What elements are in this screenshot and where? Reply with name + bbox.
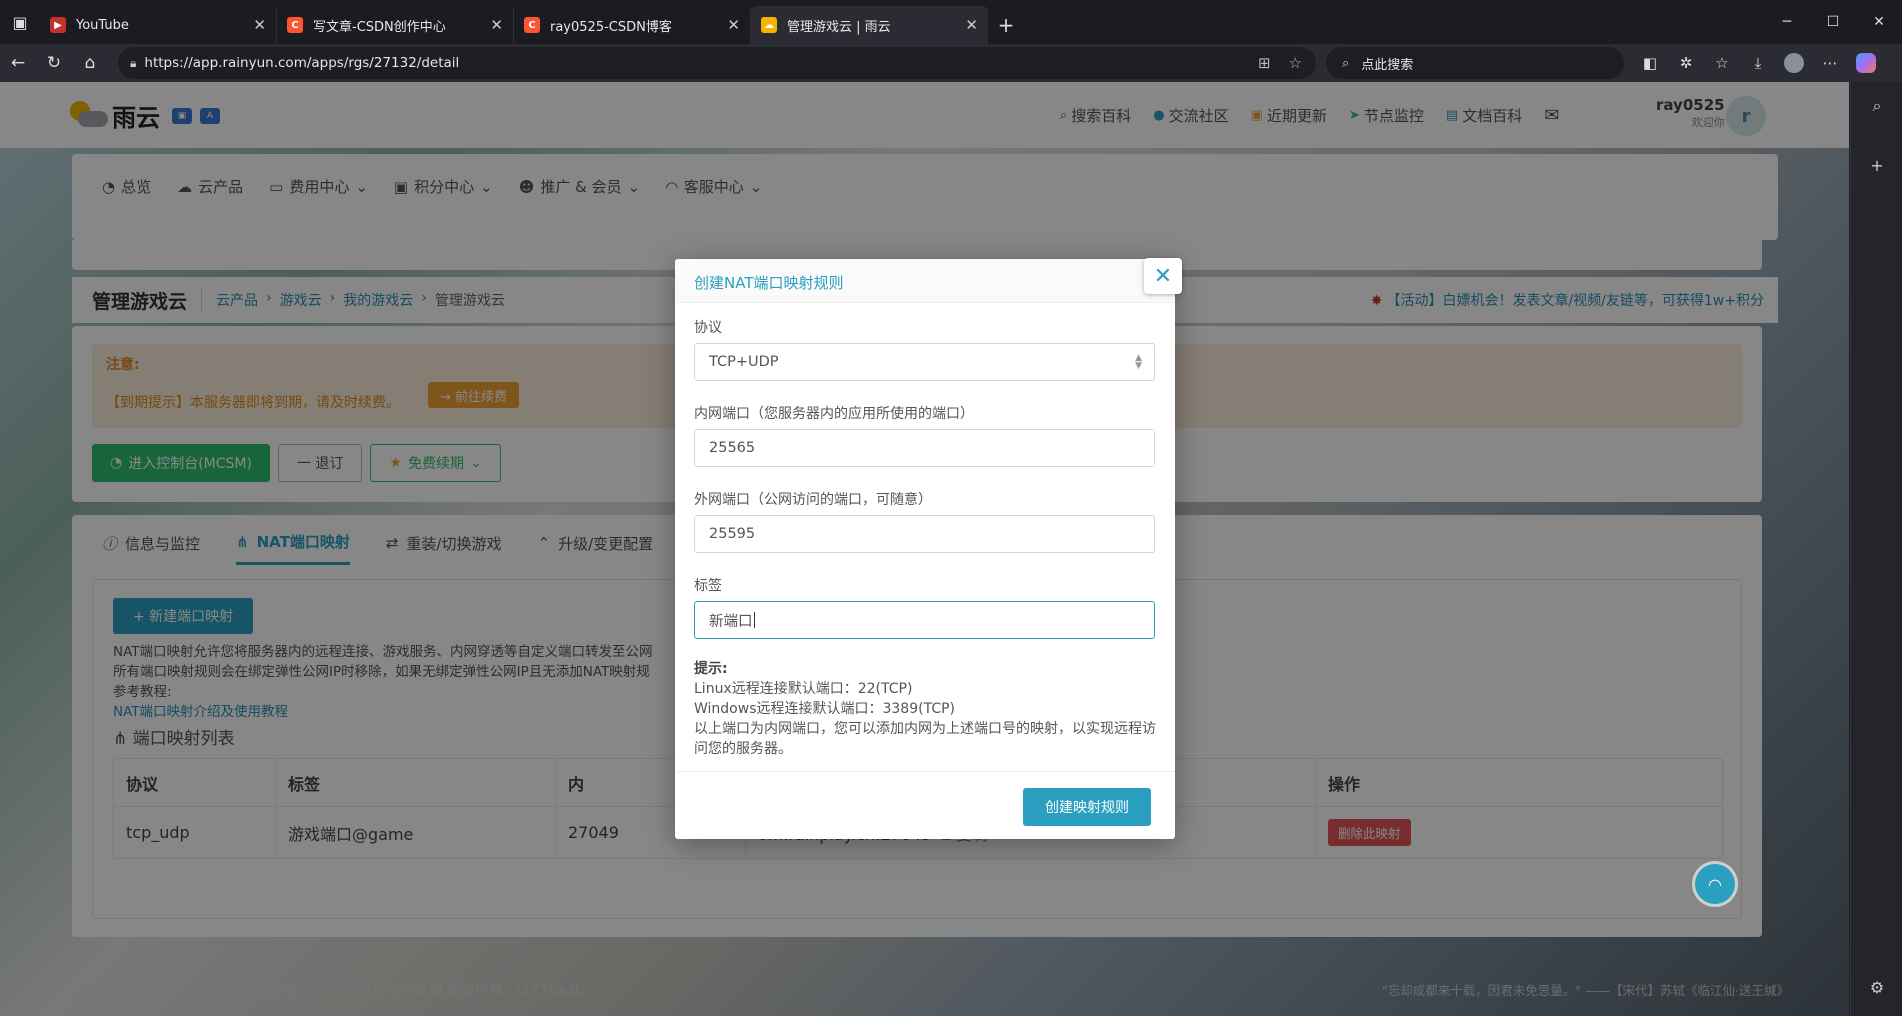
protocol-value: TCP+UDP xyxy=(709,354,779,370)
new-tab-button[interactable]: + xyxy=(988,6,1024,44)
support-chat-button[interactable]: ◠ xyxy=(1695,864,1735,904)
copilot-icon[interactable] xyxy=(1848,47,1884,79)
profile-avatar[interactable] xyxy=(1776,47,1812,79)
lock-icon[interactable]: 🔒︎ xyxy=(130,56,136,71)
app-available-icon[interactable]: ⊞ xyxy=(1258,54,1271,72)
hint-line: Windows远程连接默认端口：3389(TCP) xyxy=(694,701,955,717)
tab-title: 管理游戏云 | 雨云 xyxy=(787,19,891,35)
internal-port-label: 内网端口（您服务器内的应用所使用的端口） xyxy=(694,406,974,422)
modal-header: 创建NAT端口映射规则 xyxy=(675,259,1175,303)
close-tab-icon[interactable]: ✕ xyxy=(490,16,503,34)
extensions-puzzle-icon[interactable]: ✲ xyxy=(1668,47,1704,79)
rainyun-icon: ☁ xyxy=(761,17,777,33)
close-tab-icon[interactable]: ✕ xyxy=(727,16,740,34)
modal-hint: 提示: Linux远程连接默认端口：22(TCP) Windows远程连接默认端… xyxy=(694,659,1164,759)
protocol-label: 协议 xyxy=(694,320,722,336)
page-viewport: 雨云 ▣ A ⌕ 搜索百科 ● 交流社区 ▣ 近期更新 ➤ 节点监控 ▤ 文档百科 ✉ r… xyxy=(0,82,1849,1016)
favorites-icon[interactable]: ☆ xyxy=(1704,47,1740,79)
browser-sidebar: ⌕ + ⚙ xyxy=(1850,82,1902,1016)
sidebar-settings-icon[interactable]: ⚙ xyxy=(1851,978,1902,997)
hint-line: Linux远程连接默认端口：22(TCP) xyxy=(694,681,913,697)
external-port-label: 外网端口（公网访问的端口，可随意） xyxy=(694,492,932,508)
back-icon[interactable]: ← xyxy=(0,47,36,79)
external-port-value: 25595 xyxy=(709,526,756,542)
home-icon[interactable]: ⌂ xyxy=(72,47,108,79)
browser-tab-active[interactable]: ☁ 管理游戏云 | 雨云 ✕ xyxy=(751,6,988,44)
external-port-input[interactable]: 25595 xyxy=(694,515,1155,553)
search-icon: ⌕ xyxy=(1342,55,1350,71)
extension-icon[interactable]: ◧ xyxy=(1632,47,1668,79)
tag-input[interactable]: 新端口 xyxy=(694,601,1155,639)
search-placeholder: 点此搜索 xyxy=(1361,57,1414,73)
tag-label: 标签 xyxy=(694,578,722,594)
sidebar-search-icon[interactable]: ⌕ xyxy=(1851,96,1902,116)
close-window-icon[interactable]: ✕ xyxy=(1856,0,1902,44)
favorite-star-icon[interactable]: ☆ xyxy=(1289,54,1302,72)
search-box[interactable]: ⌕ 点此搜索 xyxy=(1326,47,1624,79)
maximize-icon[interactable]: ☐ xyxy=(1810,0,1856,44)
modal-title: 创建NAT端口映射规则 xyxy=(694,274,844,292)
youtube-icon: ▶ xyxy=(50,17,66,33)
close-tab-icon[interactable]: ✕ xyxy=(965,16,978,34)
more-menu-icon[interactable]: ⋯ xyxy=(1812,47,1848,79)
protocol-select[interactable]: TCP+UDP ▲ ▼ xyxy=(694,343,1155,381)
hint-line: 以上端口为内网端口，您可以添加内网为上述端口号的映射，以实现远程访问您的服务器。 xyxy=(694,721,1156,757)
tab-title: 写文章-CSDN创作中心 xyxy=(313,19,446,35)
close-icon: ✕ xyxy=(1153,263,1173,289)
browser-tab[interactable]: ▶ YouTube ✕ xyxy=(40,6,277,44)
modal-footer: 创建映射规则 xyxy=(675,771,1175,839)
tag-value: 新端口 xyxy=(709,613,753,630)
browser-tab[interactable]: C 写文章-CSDN创作中心 ✕ xyxy=(277,6,514,44)
extension-icons: ◧ ✲ ☆ ⤓ ⋯ xyxy=(1632,44,1884,82)
create-nat-rule-modal: 创建NAT端口映射规则 ✕ 协议 TCP+UDP ▲ ▼ 内网端口（您服务器内的应… xyxy=(675,258,1182,839)
sidebar-add-icon[interactable]: + xyxy=(1851,156,1902,175)
internal-port-input[interactable]: 25565 xyxy=(694,429,1155,467)
address-bar[interactable]: 🔒︎ https://app.rainyun.com/apps/rgs/2713… xyxy=(118,47,1316,79)
hint-title: 提示: xyxy=(694,661,728,677)
window-controls: ─ ☐ ✕ xyxy=(1764,0,1902,44)
browser-tab[interactable]: C ray0525-CSDN博客 ✕ xyxy=(514,6,751,44)
internal-port-value: 25565 xyxy=(709,440,756,456)
tab-title: YouTube xyxy=(76,17,129,33)
url-text[interactable]: https://app.rainyun.com/apps/rgs/27132/d… xyxy=(144,55,459,71)
downloads-icon[interactable]: ⤓ xyxy=(1740,47,1776,79)
headset-icon: ◠ xyxy=(1708,874,1722,894)
csdn-icon: C xyxy=(287,17,303,33)
address-bar-tools: ⊞ ☆ xyxy=(1258,47,1302,79)
select-caret-icon: ▲ ▼ xyxy=(1135,353,1142,371)
tab-title: ray0525-CSDN博客 xyxy=(550,19,672,35)
csdn-icon: C xyxy=(524,17,540,33)
text-cursor xyxy=(753,612,755,628)
minimize-icon[interactable]: ─ xyxy=(1764,0,1810,44)
create-rule-button[interactable]: 创建映射规则 xyxy=(1023,788,1151,826)
browser-tab-bar: ▣ ▶ YouTube ✕ C 写文章-CSDN创作中心 ✕ C ray0525… xyxy=(0,0,1902,44)
modal-close-button[interactable]: ✕ xyxy=(1144,258,1182,294)
refresh-icon[interactable]: ↻ xyxy=(36,47,72,79)
close-tab-icon[interactable]: ✕ xyxy=(253,16,266,34)
browser-toolbar: ← ↻ ⌂ 🔒︎ https://app.rainyun.com/apps/rg… xyxy=(0,44,1902,82)
tab-actions-icon[interactable]: ▣ xyxy=(0,0,40,44)
